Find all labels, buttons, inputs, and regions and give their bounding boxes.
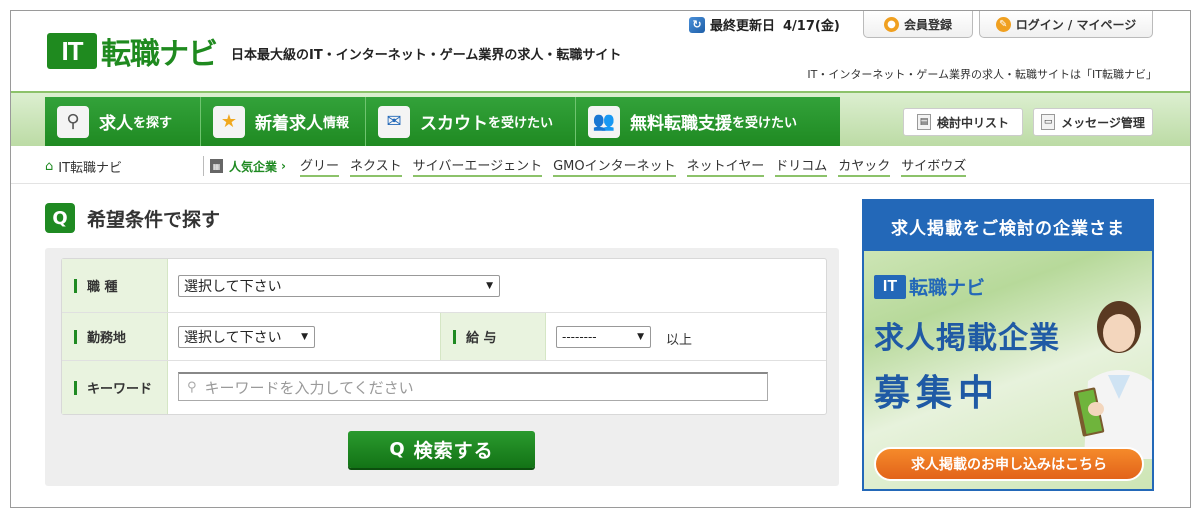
breadcrumb: ⌂ IT転職ナビ ▦ 人気企業 › グリー ネクスト サイバーエージェント GM… (45, 151, 1185, 181)
ad-logo: IT 転職ナビ (874, 273, 985, 300)
section-title: Q 希望条件で探す (45, 203, 220, 233)
chevron-right-icon: › (281, 159, 286, 173)
ad-logo-it: IT (874, 274, 906, 299)
job-select[interactable]: 選択して下さい ▼ (178, 275, 500, 297)
form-row-keyword: キーワード ⚲ キーワードを入力してください (62, 361, 826, 414)
woman-illustration (1074, 301, 1152, 459)
company-link-netyear[interactable]: ネットイヤー (686, 155, 765, 177)
search-icon: Q (389, 439, 406, 460)
nav-main: 求人 (99, 114, 133, 134)
dropdown-arrow-icon: ▼ (486, 281, 493, 291)
site-logo[interactable]: IT 転職ナビ (47, 29, 218, 73)
key-icon: ✎ (995, 16, 1011, 32)
keyword-placeholder: キーワードを入力してください (204, 378, 414, 397)
site-tagline: 日本最大級のIT・インターネット・ゲーム業界の求人・転職サイト (231, 48, 622, 63)
company-link-gree[interactable]: グリー (299, 155, 339, 177)
keyword-label: キーワード (62, 361, 168, 414)
nav-main: 新着求人 (255, 114, 323, 134)
dropdown-arrow-icon: ▼ (301, 332, 308, 342)
nav-item-scout[interactable]: ✉ スカウト を受けたい (366, 97, 576, 146)
logo-it-mark: IT (47, 33, 97, 69)
company-link-next[interactable]: ネクスト (349, 155, 402, 177)
message-label: メッセージ管理 (1061, 115, 1145, 130)
main-navbar: ⚲ 求人 を探す ★ 新着求人 情報 ✉ スカウト を受けたい 👥 無料転職支援 を受け… (11, 91, 1190, 146)
page-frame: IT 転職ナビ 日本最大級のIT・インターネット・ゲーム業界の求人・転職サイト … (10, 10, 1191, 508)
location-select-value: 選択して下さい (184, 330, 282, 346)
search-icon: ⚲ (187, 379, 197, 395)
company-link-kayac[interactable]: カヤック (838, 155, 891, 177)
popular-companies-label: ▦ 人気企業 › (210, 158, 286, 175)
company-link-drecom[interactable]: ドリコム (775, 155, 828, 177)
form-row-location: 勤務地 選択して下さい ▼ 給 与 -------- ▼ 以上 (62, 313, 826, 361)
nav-sub: を受けたい (488, 116, 554, 131)
register-button[interactable]: ● 会員登録 (863, 11, 973, 38)
salary-suffix: 以上 (666, 333, 693, 348)
magnifier-icon: ⚲ (57, 105, 89, 138)
updated-date: 4/17(金) (783, 19, 840, 34)
nav-item-search-jobs[interactable]: ⚲ 求人 を探す (45, 97, 201, 146)
message-icon: ▭ (1041, 114, 1056, 130)
updated-label: 最終更新日 (710, 19, 776, 34)
considering-label: 検討中リスト (936, 115, 1009, 130)
logo-text: 転職ナビ (101, 37, 218, 72)
home-icon: ⌂ (45, 158, 54, 174)
search-form: 職 種 選択して下さい ▼ 勤務地 選択して下さい ▼ 給 与 --------… (61, 258, 827, 415)
search-button[interactable]: Q 検索する (348, 431, 535, 468)
notebook-icon: ▤ (916, 114, 931, 130)
company-link-cyberagent[interactable]: サイバーエージェント (412, 155, 543, 177)
message-manage-button[interactable]: ▭ メッセージ管理 (1033, 108, 1153, 136)
home-label: IT転職ナビ (58, 160, 123, 176)
divider (203, 156, 204, 176)
considering-list-button[interactable]: ▤ 検討中リスト (903, 108, 1023, 136)
company-link-gmo[interactable]: GMOインターネット (553, 155, 676, 177)
nav-sub: を受けたい (732, 116, 798, 131)
star-icon: ★ (213, 105, 245, 138)
ad-headline: 求人掲載企業 (874, 321, 1060, 356)
ad-subheadline: 募集中 (874, 373, 1001, 414)
job-label: 職 種 (62, 259, 168, 312)
building-icon: ▦ (210, 159, 223, 173)
nav-item-new-jobs[interactable]: ★ 新着求人 情報 (201, 97, 366, 146)
envelope-icon: ✉ (378, 105, 410, 138)
nav-main: 無料転職支援 (630, 114, 732, 134)
salary-label: 給 与 (440, 313, 546, 360)
nav-sub: を探す (133, 116, 173, 131)
nav-sub: 情報 (323, 116, 350, 131)
form-row-job: 職 種 選択して下さい ▼ (62, 259, 826, 313)
search-button-label: 検索する (413, 440, 494, 462)
login-label: ログイン / マイページ (1015, 17, 1137, 32)
nav-main: スカウト (420, 114, 488, 134)
nav-item-career-support[interactable]: 👥 無料転職支援 を受けたい (576, 97, 840, 146)
refresh-icon: ↻ (689, 16, 705, 33)
login-button[interactable]: ✎ ログイン / マイページ (979, 11, 1153, 38)
keyword-input[interactable]: ⚲ キーワードを入力してください (178, 372, 768, 401)
search-panel: 職 種 選択して下さい ▼ 勤務地 選択して下さい ▼ 給 与 --------… (45, 248, 839, 486)
ad-apply-button[interactable]: 求人掲載のお申し込みはこちら (874, 447, 1144, 481)
popular-label: 人気企業 (229, 159, 278, 174)
people-icon: 👥 (588, 105, 620, 138)
employer-ad-banner[interactable]: 求人掲載をご検討の企業さま IT 転職ナビ 求人掲載企業 募集中 求人掲載のお申… (862, 199, 1154, 491)
register-label: 会員登録 (903, 17, 952, 32)
ad-logo-text: 転職ナビ (909, 277, 986, 299)
job-select-value: 選択して下さい (184, 279, 282, 295)
salary-select-value: -------- (562, 330, 597, 344)
site-subtag: IT・インターネット・ゲーム業界の求人・転職サイトは「IT転職ナビ」 (807, 68, 1157, 81)
salary-select[interactable]: -------- ▼ (556, 326, 651, 348)
dropdown-arrow-icon: ▼ (637, 332, 644, 342)
company-link-cybozu[interactable]: サイボウズ (901, 155, 967, 177)
ad-header: 求人掲載をご検討の企業さま (864, 201, 1152, 251)
search-icon: Q (45, 203, 75, 233)
location-label: 勤務地 (62, 313, 168, 360)
section-title-text: 希望条件で探す (87, 208, 221, 231)
user-icon: ● (883, 16, 899, 32)
divider (11, 183, 1190, 184)
last-updated: ↻ 最終更新日 4/17(金) (689, 15, 840, 34)
nav-menu: ⚲ 求人 を探す ★ 新着求人 情報 ✉ スカウト を受けたい 👥 無料転職支援 を受け… (45, 97, 840, 146)
location-select[interactable]: 選択して下さい ▼ (178, 326, 315, 348)
breadcrumb-home[interactable]: ⌂ IT転職ナビ (45, 157, 203, 176)
